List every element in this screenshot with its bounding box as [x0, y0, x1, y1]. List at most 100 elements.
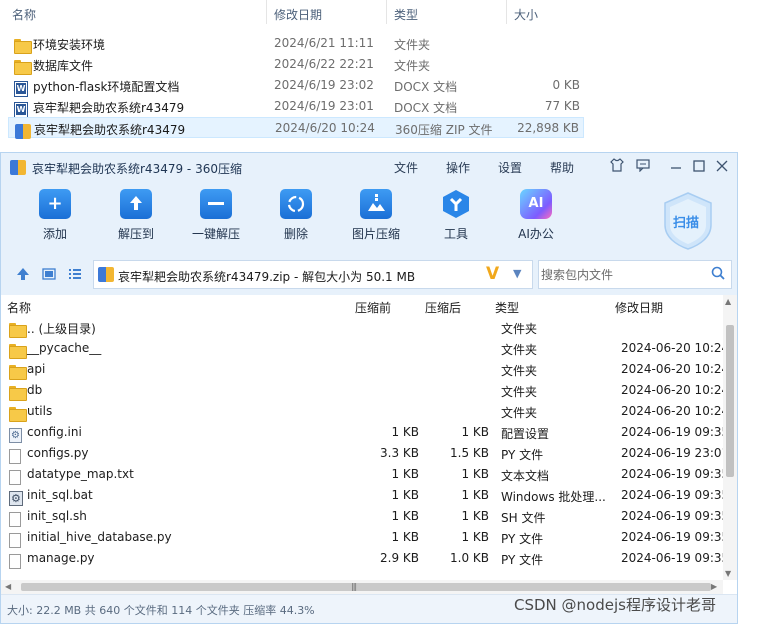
explorer-row[interactable]: 数据库文件 2024/6/22 22:21 文件夹: [8, 54, 584, 75]
word-doc-icon: [14, 102, 28, 118]
title-bar: 哀牢犁耙会助农系统r43479 - 360压缩 文件 操作 设置 帮助: [1, 153, 737, 183]
archive-row-date: 2024-06-19 09:35: [621, 551, 723, 565]
delete-button[interactable]: 删除: [264, 189, 328, 249]
chevron-down-icon[interactable]: ▼: [513, 267, 521, 280]
explorer-row-size: 77 KB: [544, 99, 580, 113]
ai-office-label: AI办公: [518, 227, 554, 241]
archive-row-name: init_sql.bat: [27, 488, 93, 502]
word-doc-icon: [14, 81, 28, 97]
scroll-up-icon[interactable]: ▲: [725, 297, 731, 306]
explorer-row-size: 0 KB: [552, 78, 580, 92]
archive-row[interactable]: db 文件夹 2024-06-20 10:24: [1, 380, 723, 401]
skin-icon[interactable]: [607, 158, 627, 178]
explorer-row[interactable]: 哀牢犁耙会助农系统r43479 2024/6/19 23:01 DOCX 文档 77 …: [8, 96, 584, 118]
search-input[interactable]: [541, 265, 706, 284]
explorer-row[interactable]: 环境安装环境 2024/6/21 11:11 文件夹: [8, 33, 584, 54]
scroll-down-icon[interactable]: ▼: [725, 569, 731, 578]
archive-row[interactable]: datatype_map.txt 1 KB 1 KB 文本文档 2024-06-19 0…: [1, 464, 723, 485]
add-button[interactable]: + 添加: [23, 189, 87, 249]
scroll-right-icon[interactable]: ▶: [711, 582, 717, 591]
column-name[interactable]: 名称: [7, 299, 31, 316]
column-size-after[interactable]: 压缩后: [425, 299, 461, 316]
one-click-extract-label: 一键解压: [191, 227, 240, 241]
archive-row[interactable]: utils 文件夹 2024-06-20 10:24: [1, 401, 723, 422]
tools-icon: [440, 189, 472, 219]
column-date[interactable]: 修改日期: [274, 6, 322, 23]
archive-row[interactable]: init_sql.bat 1 KB 1 KB Windows 批处理... 2024-0…: [1, 485, 723, 506]
up-arrow-icon[interactable]: [15, 267, 31, 283]
scan-button[interactable]: 扫描: [661, 191, 715, 251]
explorer-row-type: 360压缩 ZIP 文件: [395, 123, 493, 137]
column-modified-date[interactable]: 修改日期: [615, 299, 663, 316]
column-type[interactable]: 类型: [394, 6, 418, 23]
archive-path-field[interactable]: 哀牢犁耙会助农系统r43479.zip - 解包大小为 50.1 MB V ▼: [93, 260, 533, 289]
list-view-icon[interactable]: [67, 267, 83, 283]
archive-row[interactable]: .. (上级目录) 文件夹: [1, 317, 723, 338]
archive-row-type: PY 文件: [501, 553, 544, 567]
minimize-icon[interactable]: [666, 158, 686, 178]
archive-row[interactable]: init_sql.sh 1 KB 1 KB SH 文件 2024-06-19 09:35: [1, 506, 723, 527]
window-title: 哀牢犁耙会助农系统r43479 - 360压缩: [32, 162, 242, 176]
explorer-row[interactable]: python-flask环境配置文档 2024/6/19 23:02 DOCX 文档…: [8, 75, 584, 97]
batch-file-icon: [9, 491, 23, 506]
one-click-extract-button[interactable]: 一键解压: [184, 189, 248, 249]
column-divider[interactable]: [386, 0, 387, 24]
vertical-scrollbar[interactable]: ▲ ▼: [723, 295, 737, 580]
toolbar: + 添加 解压到 一键解压 删除 图片压缩 工具 AI AI办公 扫描: [1, 183, 737, 255]
archive-row[interactable]: initial_hive_database.py 1 KB 1 KB PY 文件 202…: [1, 527, 723, 548]
extract-to-label: 解压到: [117, 227, 154, 241]
archive-row-name: __pycache__: [27, 341, 102, 355]
archive-row[interactable]: manage.py 2.9 KB 1.0 KB PY 文件 2024-06-19 09:…: [1, 548, 723, 569]
menu-file[interactable]: 文件: [394, 159, 418, 176]
archive-row[interactable]: configs.py 3.3 KB 1.5 KB PY 文件 2024-06-19 23…: [1, 443, 723, 464]
archive-row-size-before: 2.9 KB: [380, 551, 419, 565]
column-divider[interactable]: [266, 0, 267, 24]
one-click-extract-icon: [200, 189, 232, 219]
folder-icon: [9, 407, 27, 422]
status-text: 大小: 22.2 MB 共 640 个文件和 114 个文件夹 压缩率 44.3…: [7, 604, 315, 617]
explorer-row-name: 哀牢犁耙会助农系统r43479: [34, 123, 186, 137]
scroll-thumb[interactable]: [21, 583, 711, 591]
explorer-row[interactable]: 哀牢犁耙会助农系统r43479 2024/6/20 10:24 360压缩 ZIP …: [8, 117, 584, 139]
archive-row-type: Windows 批处理...: [501, 490, 606, 504]
archive-row-name: utils: [27, 404, 53, 418]
scroll-thumb[interactable]: [726, 325, 734, 477]
zip-window: 哀牢犁耙会助农系统r43479 - 360压缩 文件 操作 设置 帮助 + 添加: [0, 152, 738, 624]
column-divider[interactable]: [506, 0, 507, 24]
column-size[interactable]: 大小: [514, 6, 538, 23]
thumbnail-view-icon[interactable]: [41, 267, 57, 283]
tools-button[interactable]: 工具: [424, 189, 488, 249]
menu-help[interactable]: 帮助: [550, 159, 574, 176]
archive-row-name: init_sql.sh: [27, 509, 87, 523]
archive-row[interactable]: __pycache__ 文件夹 2024-06-20 10:24: [1, 338, 723, 359]
folder-icon: [9, 365, 27, 380]
archive-row-type: 文件夹: [501, 406, 538, 420]
file-icon: [9, 449, 21, 464]
close-icon[interactable]: [712, 158, 732, 178]
explorer-row-date: 2024/6/20 10:24: [275, 121, 375, 135]
archive-row-date: 2024-06-19 09:35: [621, 488, 723, 502]
menu-settings[interactable]: 设置: [498, 159, 522, 176]
archive-row-date: 2024-06-20 10:24: [621, 383, 723, 397]
image-compress-label: 图片压缩: [351, 227, 400, 241]
file-icon: [9, 533, 21, 548]
image-compress-button[interactable]: 图片压缩: [344, 189, 408, 249]
archive-row-name: api: [27, 362, 46, 376]
column-name[interactable]: 名称: [12, 6, 36, 23]
sort-ascending-icon: ^: [134, 0, 142, 6]
archive-row[interactable]: config.ini 1 KB 1 KB 配置设置 2024-06-19 09:35: [1, 422, 723, 443]
column-size-before[interactable]: 压缩前: [355, 299, 391, 316]
column-type[interactable]: 类型: [495, 299, 519, 316]
menu-operation[interactable]: 操作: [446, 159, 470, 176]
maximize-icon[interactable]: [689, 158, 709, 178]
search-icon[interactable]: [711, 266, 725, 280]
explorer-row-name: python-flask环境配置文档: [33, 80, 180, 94]
extract-to-button[interactable]: 解压到: [104, 189, 168, 249]
delete-icon: [280, 189, 312, 219]
archive-row[interactable]: api 文件夹 2024-06-20 10:24: [1, 359, 723, 380]
feedback-icon[interactable]: [633, 158, 653, 178]
ai-office-button[interactable]: AI AI办公: [504, 189, 568, 249]
scroll-left-icon[interactable]: ◀: [5, 582, 11, 591]
search-box[interactable]: [538, 260, 732, 289]
horizontal-scrollbar[interactable]: ◀ ||| ▶: [1, 580, 723, 594]
